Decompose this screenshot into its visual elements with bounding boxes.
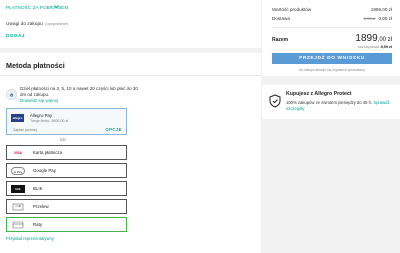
proceed-to-application-button[interactable]: PRZEJDŹ DO WNIOSKU (272, 53, 392, 64)
allegro-pay-promo-icon: a (6, 89, 17, 100)
savings-value: 8,99 zł (380, 45, 392, 49)
divider (0, 75, 261, 76)
protect-description: 100% zakupów ze zwrotem pieniędzy do 48 … (286, 100, 373, 105)
payment-option-label: Google Pay (33, 168, 56, 173)
allegro-protect-card: Kupujesz z Allegro Protect 100% zakupów … (262, 85, 400, 119)
total-decimal: ,00 zł (377, 37, 392, 43)
payment-option-label: BLIK (33, 186, 43, 191)
allegro-pay-name: Allegro Pay (30, 113, 52, 118)
shield-icon (269, 94, 281, 108)
allegro-pay-logo: allegro pay (11, 114, 24, 128)
protect-text: 100% zakupów ze zwrotem pieniędzy do 48 … (286, 100, 394, 111)
google-pay-icon: G Pay (11, 167, 25, 175)
payment-method-card: Metoda płatności a Dziel płatności na 3,… (0, 53, 261, 253)
delivery-label: Dostawa (272, 16, 290, 21)
delivery-value-group: 8,99 zł 0,00 zł (364, 16, 392, 21)
payment-option-card[interactable]: VISA Karta płatnicza (6, 145, 127, 160)
checkout-main: PŁATNOŚĆ ZA POBRANIEM Uwagi do zakupu (o… (0, 0, 261, 253)
add-note-button[interactable]: DODAJ (6, 33, 25, 38)
products-value-label: Wartość produktów (272, 7, 312, 12)
divider (272, 27, 392, 28)
products-value: 1899,00 zł (370, 7, 392, 12)
or-separator: lub (60, 137, 66, 142)
delivery-card: PŁATNOŚĆ ZA POBRANIEM Uwagi do zakupu (o… (0, 0, 261, 48)
blik-icon: blik (11, 185, 25, 193)
sidebar-background (262, 123, 400, 253)
payment-option-transfer[interactable]: Przelew (6, 199, 127, 214)
payment-option-label: Karta płatnicza (33, 150, 63, 155)
allegro-pay-subtitle: Zapłać później (13, 128, 37, 132)
total-integer: 1899 (355, 33, 378, 44)
promo-text: Dziel płatności na 3, 5, 10 a nawet 20 c… (20, 86, 138, 97)
delivery-old-price: 8,99 zł (363, 16, 376, 21)
payment-option-label: Raty (33, 222, 43, 227)
delivery-value: 0,00 zł (378, 16, 392, 21)
representative-example-link[interactable]: Przykład reprezentatywny (6, 236, 54, 241)
transfer-icon (11, 203, 25, 211)
allegro-pay-limit: Twoje limity: 3600,00 zł (30, 119, 69, 123)
note-optional: (opcjonalnie) (45, 21, 69, 26)
payment-option-installments[interactable]: Raty (6, 217, 127, 232)
seller-terms-note: Do zakupu stosuje się regulamin sprzedaw… (299, 68, 365, 72)
protect-title: Kupujesz z Allegro Protect (286, 91, 352, 97)
savings-label: oszczędzasz (357, 45, 380, 49)
allegro-pay-option[interactable]: allegro pay Allegro Pay Twoje limity: 36… (6, 108, 127, 135)
note-row: Uwagi do zakupu (opcjonalnie) (6, 21, 68, 27)
payment-option-label: Przelew (33, 204, 49, 209)
payment-method-title: Metoda płatności (6, 61, 65, 70)
savings: oszczędzasz 8,99 zł (358, 45, 392, 49)
order-summary: Wartość produktów 1899,00 zł Dostawa 8,9… (262, 0, 400, 76)
allegro-pay-options-button[interactable]: OPCJE (105, 127, 122, 132)
card-icon: VISA (11, 149, 25, 157)
payment-option-google-pay[interactable]: G Pay Google Pay (6, 163, 127, 178)
total-label: Razem (272, 37, 289, 43)
chevron-down-icon[interactable] (53, 3, 60, 10)
learn-more-link[interactable]: Dowiedz się więcej (20, 98, 58, 103)
total-value: 1899,00 zł (355, 33, 392, 44)
payment-option-blik[interactable]: blik BLIK (6, 181, 127, 196)
note-label: Uwagi do zakupu (6, 22, 43, 27)
installments-icon (11, 221, 25, 229)
